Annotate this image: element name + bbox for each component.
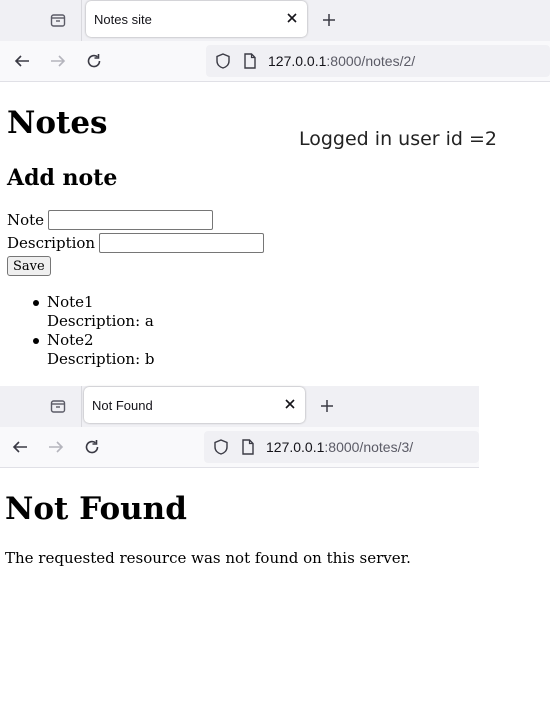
shield-icon[interactable] — [212, 438, 230, 456]
description-input[interactable] — [99, 233, 265, 253]
plus-icon[interactable] — [318, 397, 336, 415]
forward-arrow-icon[interactable] — [49, 52, 67, 70]
shield-icon[interactable] — [214, 52, 232, 70]
browser-window-notes: Notes site 127.0.0.1:8000/notes/2/ Notes… — [0, 0, 550, 380]
list-item: Note2 Description: b — [33, 331, 155, 369]
note-title: Note1 — [47, 293, 94, 311]
close-icon[interactable] — [285, 11, 299, 25]
tab-bar: Notes site — [0, 0, 550, 41]
notes-list: Note1 Description: a Note2 Description: … — [33, 293, 155, 369]
note-title: Note2 — [47, 331, 94, 349]
browser-window-not-found: Not Found 127.0.0.1:8000/notes/3/ Not Fo… — [0, 386, 479, 703]
page-icon[interactable] — [240, 438, 256, 456]
reload-icon[interactable] — [83, 438, 101, 456]
url-path: :8000/notes/3/ — [324, 439, 414, 455]
page-content: Notes Logged in user id =2 Add note Note… — [0, 82, 550, 380]
page-title: Not Found — [5, 491, 187, 527]
navigation-bar: 127.0.0.1:8000/notes/2/ — [0, 41, 550, 82]
tab-manager-icon[interactable] — [48, 10, 68, 30]
tab-bar: Not Found — [0, 386, 479, 427]
tab-not-found[interactable]: Not Found — [84, 387, 305, 423]
back-arrow-icon[interactable] — [13, 52, 31, 70]
note-description: Description: b — [47, 350, 155, 368]
tab-separator — [81, 386, 82, 427]
page-icon[interactable] — [242, 52, 258, 70]
tab-separator — [81, 0, 82, 41]
back-arrow-icon[interactable] — [11, 438, 29, 456]
add-note-heading: Add note — [7, 165, 118, 191]
close-icon[interactable] — [283, 397, 297, 411]
description-row: Description — [7, 233, 265, 253]
address-bar[interactable]: 127.0.0.1:8000/notes/2/ — [206, 45, 550, 77]
note-label: Note — [7, 211, 45, 229]
note-input[interactable] — [48, 210, 214, 230]
url-host: 127.0.0.1 — [268, 53, 327, 69]
note-row: Note — [7, 210, 214, 230]
address-bar[interactable]: 127.0.0.1:8000/notes/3/ — [204, 431, 479, 463]
logged-in-status: Logged in user id =2 — [299, 128, 498, 150]
plus-icon[interactable] — [320, 11, 338, 29]
url-host: 127.0.0.1 — [266, 439, 325, 455]
error-message: The requested resource was not found on … — [5, 549, 411, 567]
navigation-bar: 127.0.0.1:8000/notes/3/ — [0, 427, 479, 468]
url-text[interactable]: 127.0.0.1:8000/notes/3/ — [266, 439, 413, 455]
page-content: Not Found The requested resource was not… — [0, 468, 479, 703]
note-description: Description: a — [47, 312, 154, 330]
list-item: Note1 Description: a — [33, 293, 155, 331]
tab-manager-icon[interactable] — [48, 396, 68, 416]
tab-title: Notes site — [94, 12, 152, 27]
tab-notes-site[interactable]: Notes site — [86, 1, 307, 37]
tab-title: Not Found — [92, 398, 153, 413]
forward-arrow-icon[interactable] — [47, 438, 65, 456]
save-button[interactable]: Save — [7, 256, 51, 276]
page-title: Notes — [7, 105, 108, 141]
reload-icon[interactable] — [85, 52, 103, 70]
description-label: Description — [7, 234, 96, 252]
url-path: :8000/notes/2/ — [326, 53, 416, 69]
url-text[interactable]: 127.0.0.1:8000/notes/2/ — [268, 53, 415, 69]
